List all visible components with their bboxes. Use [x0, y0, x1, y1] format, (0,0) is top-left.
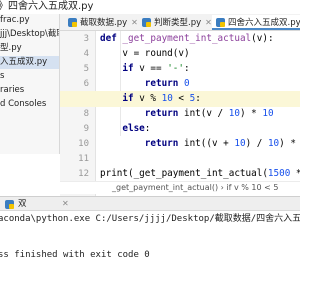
project-item-s[interactable]: s	[0, 70, 4, 83]
close-icon[interactable]: ✕	[205, 18, 212, 27]
line-number: 8	[83, 109, 89, 119]
code-line: def _get_payment_int_actual(v):	[100, 33, 274, 44]
line-number: 9	[83, 124, 89, 134]
code-line-current: if v % 10 < 5:	[60, 91, 300, 107]
title-bar: 》四舍六入五成双.py	[0, 0, 300, 14]
project-item-label: s	[0, 71, 5, 81]
code-line: print(_get_payment_int_actual(1500 * 0	[100, 168, 300, 179]
python-file-icon	[216, 18, 225, 27]
console-command: aconda\python.exe C:/Users/jjjj/Desktop/…	[0, 214, 300, 224]
project-panel[interactable]: frac.py jjj\Desktop\截取 型.py 入五成双.py s ra…	[0, 14, 60, 154]
code-area[interactable]: def _get_payment_int_actual(v): v = roun…	[60, 31, 300, 196]
project-item-type[interactable]: 型.py	[0, 42, 22, 55]
project-item-rounding[interactable]: 入五成双.py	[0, 56, 59, 69]
tab-rounding[interactable]: 四舍六入五成双.py✕	[212, 15, 300, 30]
code-editor[interactable]: 3 4 5 6 7 8 9 10 11 12 13 def _get_payme…	[60, 31, 300, 196]
code-line: return int((v + 10) / 10) * 10	[144, 138, 300, 149]
code-line: return int(v / 10) * 10	[144, 108, 274, 119]
project-item-folder[interactable]: jjj\Desktop\截取	[0, 28, 60, 41]
project-item-label: frac.py	[0, 15, 30, 25]
window-title: 》四舍六入五成双.py	[0, 1, 94, 12]
line-number-gutter: 3 4 5 6 7 8 9 10 11 12 13	[60, 31, 96, 196]
python-file-icon	[142, 18, 151, 27]
project-item-label: jjj\Desktop\截取	[0, 29, 60, 39]
tab-judge-type[interactable]: 判断类型.py ✕	[138, 15, 212, 30]
project-item-libraries[interactable]: raries	[0, 84, 24, 97]
line-number: 10	[78, 139, 89, 149]
line-number: 3	[83, 34, 89, 44]
tab-label: 四舍六入五成双.py	[228, 18, 300, 28]
editor-tab-bar: 截取数据.py✕ 判断类型.py✕ 四舍六入五成双.py✕	[60, 14, 300, 31]
console-exit-message: ss finished with exit code 0	[0, 250, 150, 260]
python-file-icon	[68, 18, 77, 27]
code-line: if v == '-':	[122, 63, 190, 74]
tab-label: 截取数据.py	[80, 18, 128, 28]
python-file-icon	[5, 200, 14, 209]
code-line: return 0	[144, 78, 190, 89]
line-number: 12	[78, 169, 89, 179]
project-item-label: d Consoles	[0, 99, 47, 109]
run-tab[interactable]: 双 ✕	[0, 197, 300, 211]
code-line: else:	[122, 123, 151, 134]
project-item-label: 型.py	[0, 43, 22, 53]
project-item-label: raries	[0, 85, 25, 95]
line-number: 11	[78, 154, 89, 164]
line-number: 5	[83, 64, 89, 74]
close-icon[interactable]: ✕	[131, 18, 138, 27]
line-number: 4	[83, 49, 89, 59]
tab-label: 判断类型.py	[154, 18, 202, 28]
project-item-label: 入五成双.py	[0, 57, 48, 67]
line-number: 6	[83, 79, 89, 89]
breadcrumb[interactable]: _get_payment_int_actual() › if v % 10 < …	[60, 181, 300, 194]
run-tab-label: 双	[18, 199, 27, 209]
tab-capture-data[interactable]: 截取数据.py ✕	[64, 15, 138, 30]
project-item-consoles[interactable]: d Consoles	[0, 98, 46, 111]
code-line: v = round(v)	[100, 48, 190, 59]
breadcrumb-text: _get_payment_int_actual() › if v % 10 < …	[112, 183, 279, 192]
project-item-frac[interactable]: frac.py	[0, 14, 30, 27]
close-icon[interactable]: ✕	[62, 197, 69, 211]
run-console[interactable]: 双 ✕ aconda\python.exe C:/Users/jjjj/Desk…	[0, 196, 300, 300]
